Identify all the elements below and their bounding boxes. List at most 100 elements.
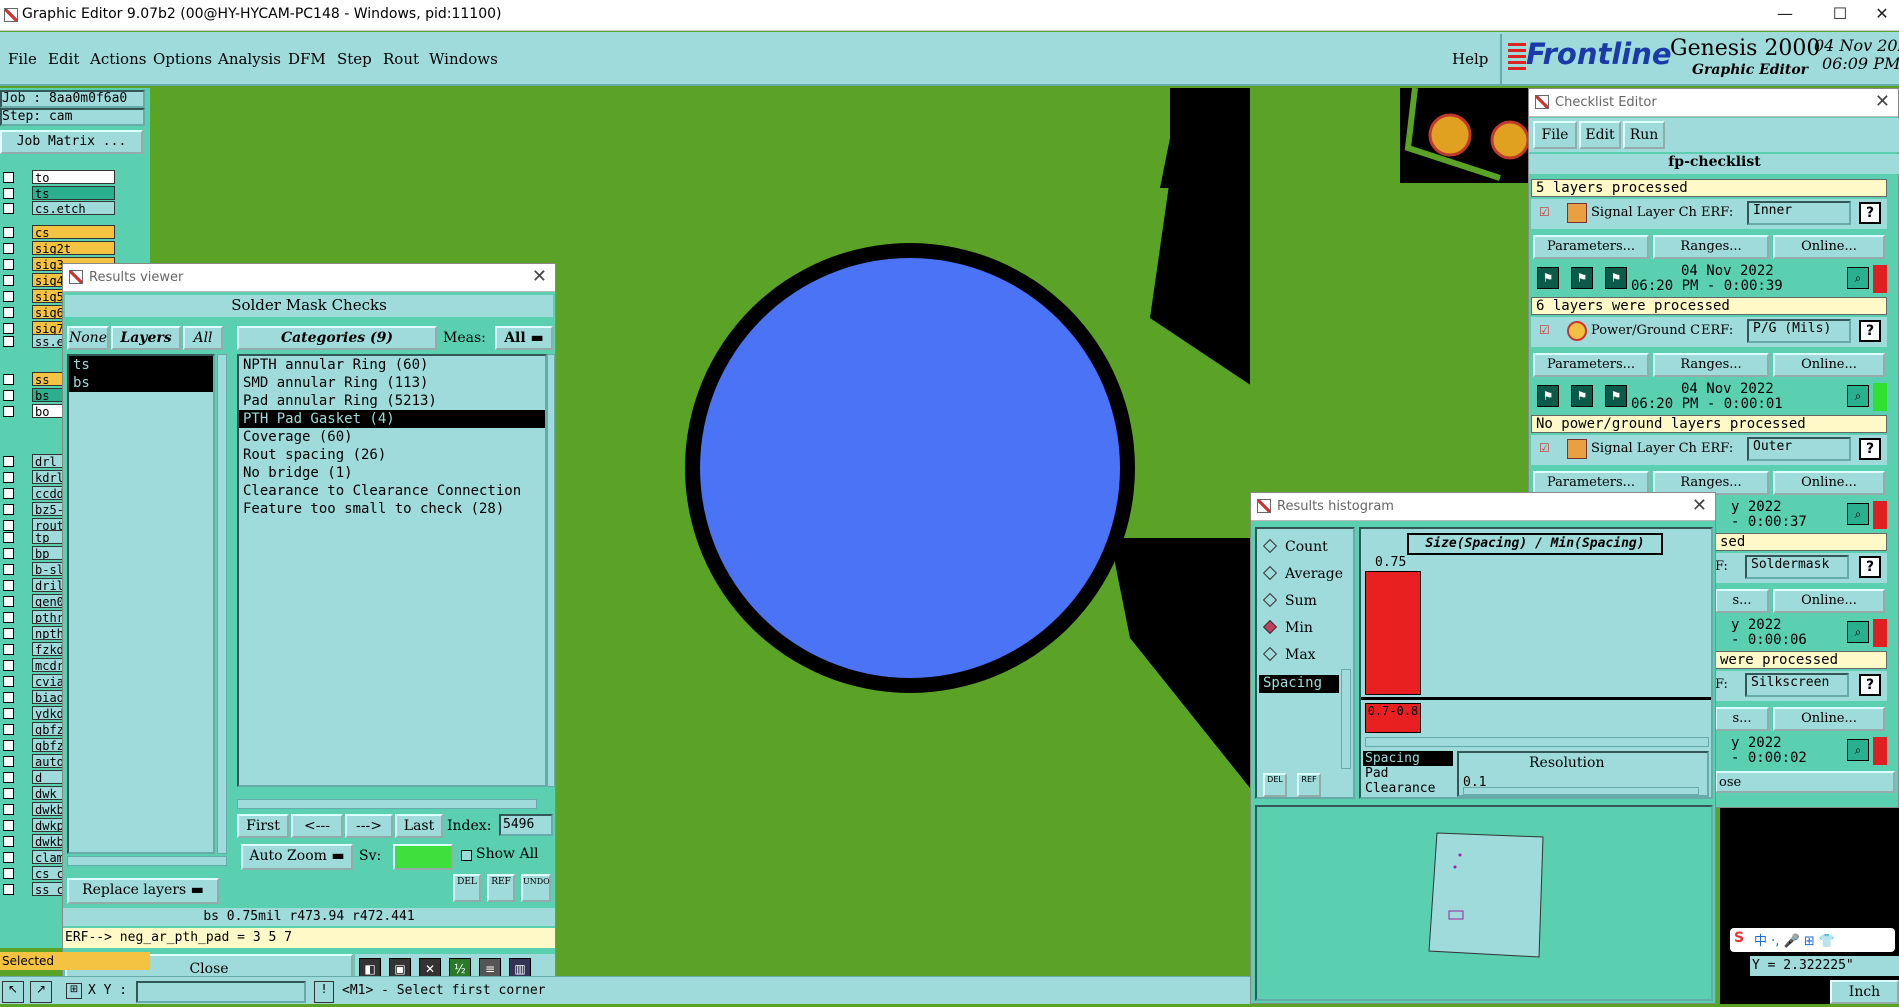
layer-checkbox[interactable] [3, 868, 14, 879]
units-select[interactable]: Inch [1830, 980, 1899, 1004]
layer-checkbox[interactable] [3, 804, 14, 815]
erf-value[interactable]: Inner [1747, 201, 1851, 225]
parameters-button[interactable]: s... [1715, 707, 1769, 731]
layer-checkbox[interactable] [3, 291, 14, 302]
layer-checkbox[interactable] [3, 836, 14, 847]
layer-checkbox[interactable] [3, 788, 14, 799]
layer-checkbox[interactable] [3, 660, 14, 671]
menu-windows[interactable]: Windows [429, 50, 498, 68]
zoom-icon[interactable]: ⌕ [1847, 739, 1869, 761]
menu-analysis[interactable]: Analysis [218, 50, 281, 68]
run-icon[interactable]: ⚑ [1605, 267, 1627, 289]
run-icon[interactable]: ⚑ [1537, 385, 1559, 407]
auto-zoom-select[interactable]: Auto Zoom ▬ [241, 844, 353, 870]
checklist-menu-run[interactable]: Run [1623, 121, 1665, 149]
menu-actions[interactable]: Actions [90, 50, 146, 68]
layer-checkbox[interactable] [3, 580, 14, 591]
select-tool-icon[interactable]: ↖ [2, 981, 24, 1003]
layer-checkbox[interactable] [3, 472, 14, 483]
checklist-close-button[interactable]: ose [1715, 771, 1895, 793]
erf-value[interactable]: P/G (Mils) [1747, 319, 1851, 343]
measure-tool-icon[interactable]: ↗ [30, 981, 52, 1003]
menu-dfm[interactable]: DFM [288, 50, 326, 68]
layers-button[interactable]: Layers [111, 326, 181, 350]
online-button[interactable]: Online... [1773, 235, 1885, 259]
list-item[interactable]: Rout spacing (26) [239, 446, 545, 464]
layer-checkbox[interactable] [3, 227, 14, 238]
list-item[interactable]: Coverage (60) [239, 428, 545, 446]
layer-checkbox[interactable] [3, 740, 14, 751]
layer-checkbox[interactable] [3, 188, 14, 199]
close-window-button[interactable]: ✕ [1872, 4, 1892, 26]
layer-checkbox[interactable] [3, 852, 14, 863]
first-button[interactable]: First [237, 814, 289, 838]
list-item[interactable]: Feature too small to check (28) [239, 500, 545, 518]
layer-checkbox[interactable] [3, 406, 14, 417]
list-item[interactable]: SMD annular Ring (113) [239, 374, 545, 392]
layer-row[interactable]: ts [0, 186, 145, 201]
histogram-bar[interactable] [1365, 571, 1421, 695]
layer-checkbox[interactable] [3, 676, 14, 687]
layer-checkbox[interactable] [3, 548, 14, 559]
menu-step[interactable]: Step [337, 50, 372, 68]
layer-checkbox[interactable] [3, 259, 14, 270]
layer-row[interactable]: cs [0, 225, 145, 240]
layer-checkbox[interactable] [3, 692, 14, 703]
option-count[interactable]: Count [1262, 538, 1328, 555]
online-button[interactable]: Online... [1773, 707, 1885, 731]
list-item[interactable]: Clearance [1363, 781, 1453, 796]
erf-value[interactable]: Soldermask [1745, 555, 1849, 579]
zoom-icon[interactable]: ⌕ [1847, 267, 1869, 289]
checklist-menu-file[interactable]: File [1533, 121, 1577, 149]
layer-checkbox[interactable] [3, 628, 14, 639]
layer-name[interactable]: cs.etch [32, 201, 115, 215]
histogram-list-item[interactable]: Spacing [1259, 675, 1339, 693]
zoom-icon[interactable]: ⌕ [1847, 503, 1869, 525]
list-item[interactable]: ts [69, 356, 213, 374]
ime-icon[interactable]: S [1734, 930, 1744, 946]
minimize-button[interactable]: — [1775, 4, 1795, 26]
layer-checkbox[interactable] [3, 772, 14, 783]
ime-toolbar[interactable]: S 中 ·, 🎤 ⊞ 👕 [1730, 928, 1895, 952]
ranges-button[interactable]: Ranges... [1653, 353, 1769, 377]
parameters-button[interactable]: Parameters... [1533, 235, 1649, 259]
zoom-icon[interactable]: ⌕ [1847, 385, 1869, 407]
close-icon[interactable]: ✕ [1692, 495, 1707, 516]
ime-tools-icon[interactable]: 中 ·, 🎤 ⊞ 👕 [1754, 930, 1835, 949]
info-icon[interactable]: ! [314, 981, 334, 1003]
online-button[interactable]: Online... [1773, 471, 1885, 495]
erf-value[interactable]: Silkscreen [1745, 673, 1849, 697]
index-input[interactable]: 5496 [499, 814, 553, 836]
xy-input[interactable] [136, 981, 306, 1003]
list-item[interactable]: No bridge (1) [239, 464, 545, 482]
online-button[interactable]: Online... [1773, 353, 1885, 377]
option-min[interactable]: Min [1262, 619, 1313, 636]
layer-name[interactable]: sig2t [32, 241, 115, 255]
layer-list-hscrollbar[interactable] [67, 856, 227, 866]
categories-hscrollbar[interactable] [237, 799, 537, 809]
layer-name[interactable]: cs [32, 225, 115, 239]
help-button[interactable]: ? [1859, 202, 1881, 224]
del-button[interactable]: DEL [1263, 773, 1287, 797]
grid-toggle-icon[interactable]: ⊞ [66, 983, 82, 999]
layer-list-scrollbar[interactable] [217, 354, 227, 854]
run-icon[interactable]: ⚑ [1605, 385, 1627, 407]
layer-row[interactable]: sig2t [0, 241, 145, 256]
menu-rout[interactable]: Rout [383, 50, 419, 68]
menu-edit[interactable]: Edit [48, 50, 79, 68]
layer-checkbox[interactable] [3, 323, 14, 334]
option-sum[interactable]: Sum [1262, 592, 1317, 609]
option-average[interactable]: Average [1262, 565, 1343, 582]
layer-checkbox[interactable] [3, 307, 14, 318]
menu-help[interactable]: Help [1452, 50, 1488, 68]
layer-name[interactable]: to [32, 170, 115, 184]
parameters-button[interactable]: s... [1715, 589, 1769, 613]
menu-file[interactable]: File [8, 50, 37, 68]
list-item[interactable]: NPTH annular Ring (60) [239, 356, 545, 374]
online-button[interactable]: Online... [1773, 589, 1885, 613]
checklist-menu-edit[interactable]: Edit [1579, 121, 1621, 149]
check-enabled-icon[interactable]: ☑ [1539, 323, 1550, 337]
list-item[interactable]: Pad [1363, 766, 1453, 781]
meas-list[interactable]: Spacing Pad Clearance [1363, 751, 1453, 797]
layer-name[interactable]: ts [32, 186, 115, 200]
